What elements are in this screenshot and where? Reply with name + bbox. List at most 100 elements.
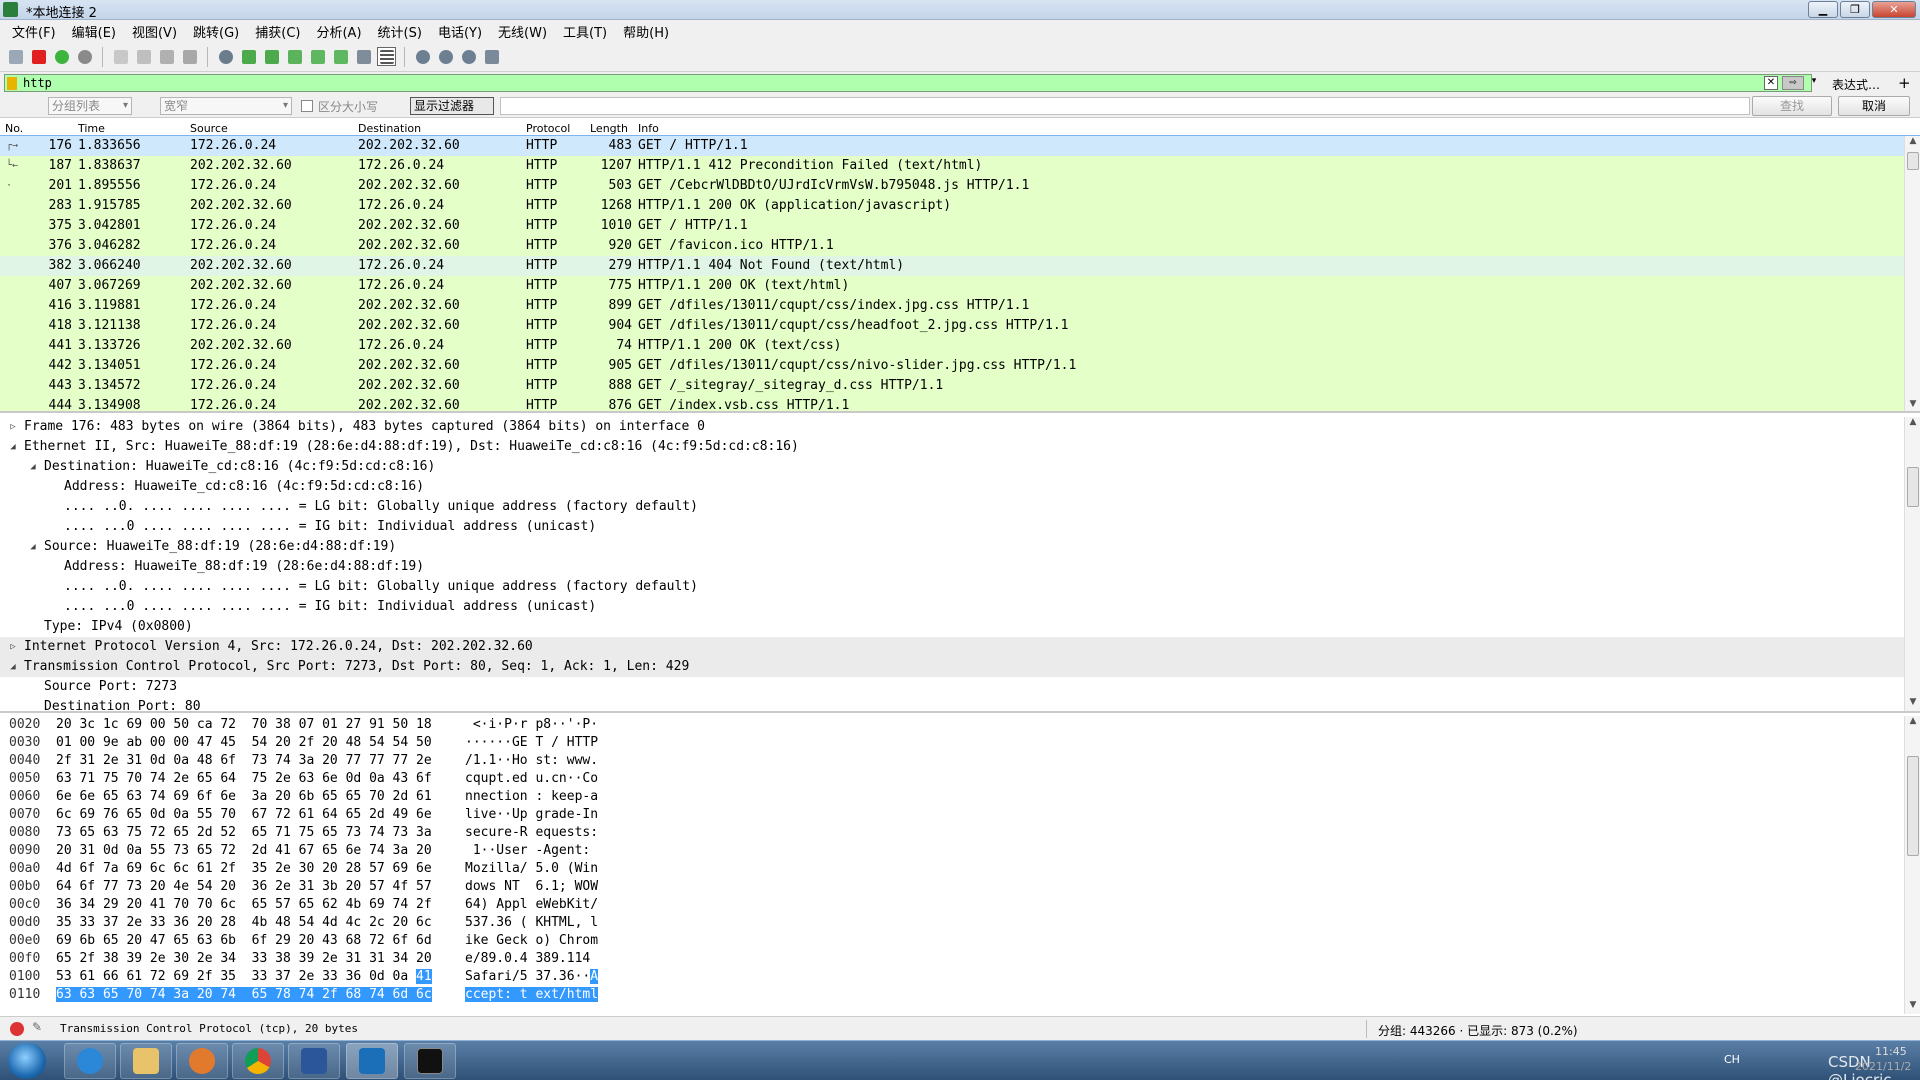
cancel-button[interactable]: 取消 xyxy=(1838,96,1910,116)
tree-node[interactable]: ▷ Frame 176: 483 bytes on wire (3864 bits… xyxy=(0,417,1920,437)
apply-filter-icon[interactable]: ⇨ xyxy=(1782,76,1804,90)
tree-node[interactable]: .... ..0. .... .... .... .... = LG bit: … xyxy=(0,497,1920,517)
menu-telephony[interactable]: 电话(Y) xyxy=(430,22,490,41)
menu-edit[interactable]: 编辑(E) xyxy=(64,22,124,41)
close-button[interactable]: ✕ xyxy=(1872,1,1916,18)
col-no[interactable]: No. xyxy=(5,122,23,135)
details-scrollbar[interactable]: ▲ ▼ xyxy=(1904,417,1920,711)
hex-row[interactable]: 00a0 4d 6f 7a 69 6c 6c 61 2f 35 2e 30 20 … xyxy=(0,860,1920,878)
hex-row[interactable]: 00d0 35 33 37 2e 33 36 20 28 4b 48 54 4d … xyxy=(0,914,1920,932)
clock-time[interactable]: 11:45 xyxy=(1875,1043,1907,1060)
tree-node[interactable]: Destination Port: 80 xyxy=(0,697,1920,711)
packet-row[interactable]: 376 3.046282 172.26.0.24 202.202.32.60 HTTP 9… xyxy=(0,236,1920,256)
hex-row[interactable]: 0030 01 00 9e ab 00 00 47 45 54 20 2f 20 … xyxy=(0,734,1920,752)
col-info[interactable]: Info xyxy=(638,122,659,135)
auto-scroll-icon[interactable] xyxy=(354,47,373,66)
tree-node[interactable]: Address: HuaweiTe_cd:c8:16 (4c:f9:5d:cd:… xyxy=(0,477,1920,497)
hex-row[interactable]: 0060 6e 6e 65 63 74 69 6f 6e 3a 20 6b 65 … xyxy=(0,788,1920,806)
packet-list-scrollbar[interactable]: ▲ ▼ xyxy=(1904,136,1920,411)
clear-filter-icon[interactable]: ✕ xyxy=(1764,76,1778,90)
hex-row[interactable]: 0050 63 71 75 70 74 2e 65 64 75 2e 63 6e … xyxy=(0,770,1920,788)
reload-file-icon[interactable] xyxy=(180,47,199,66)
search-in-combo[interactable]: 分组列表 xyxy=(48,97,132,115)
zoom-normal-icon[interactable] xyxy=(459,47,478,66)
hex-row[interactable]: 0070 6c 69 76 65 0d 0a 55 70 67 72 61 64 … xyxy=(0,806,1920,824)
packet-row[interactable]: 407 3.067269 202.202.32.60 172.26.0.24 HTTP 7… xyxy=(0,276,1920,296)
add-filter-button[interactable]: + xyxy=(1898,74,1911,92)
find-button[interactable]: 查找 xyxy=(1752,96,1832,116)
filter-history-dropdown-icon[interactable]: ▾ xyxy=(1808,76,1820,90)
menu-help[interactable]: 帮助(H) xyxy=(615,22,677,41)
tree-node[interactable]: .... ...0 .... .... .... .... = IG bit: … xyxy=(0,517,1920,537)
taskbar-cmd[interactable] xyxy=(404,1043,456,1079)
expand-arrow-icon[interactable]: ▷ xyxy=(8,417,18,437)
taskbar-explorer[interactable] xyxy=(120,1043,172,1079)
collapse-arrow-icon[interactable]: ◢ xyxy=(8,657,18,677)
colorize-icon[interactable] xyxy=(377,47,396,66)
display-filter-input[interactable]: http xyxy=(4,74,1812,92)
packet-row[interactable]: 418 3.121138 172.26.0.24 202.202.32.60 HTTP 9… xyxy=(0,316,1920,336)
go-last-packet-icon[interactable] xyxy=(331,47,350,66)
hex-row[interactable]: 0040 2f 31 2e 31 0d 0a 48 6f 73 74 3a 20 … xyxy=(0,752,1920,770)
col-destination[interactable]: Destination xyxy=(358,122,421,135)
hex-row[interactable]: 0020 20 3c 1c 69 00 50 ca 72 70 38 07 01 … xyxy=(0,716,1920,734)
col-time[interactable]: Time xyxy=(78,122,105,135)
hex-row[interactable]: 00c0 36 34 29 20 41 70 70 6c 65 57 65 62 … xyxy=(0,896,1920,914)
save-file-icon[interactable] xyxy=(134,47,153,66)
hex-row[interactable]: 0100 53 61 66 61 72 69 2f 35 33 37 2e 33 … xyxy=(0,968,1920,986)
col-source[interactable]: Source xyxy=(190,122,228,135)
go-first-packet-icon[interactable] xyxy=(308,47,327,66)
col-protocol[interactable]: Protocol xyxy=(526,122,570,135)
collapse-arrow-icon[interactable]: ◢ xyxy=(28,537,38,557)
tree-node[interactable]: .... ...0 .... .... .... .... = IG bit: … xyxy=(0,597,1920,617)
collapse-arrow-icon[interactable]: ◢ xyxy=(28,457,38,477)
packet-row[interactable]: └← 187 1.838637 202.202.32.60 172.26.0.24 HTT… xyxy=(0,156,1920,176)
menu-analyze[interactable]: 分析(A) xyxy=(308,22,369,41)
find-packet-icon[interactable] xyxy=(216,47,235,66)
menu-view[interactable]: 视图(V) xyxy=(124,22,185,41)
hex-row[interactable]: 00e0 69 6b 65 20 47 65 63 6b 6f 29 20 43 … xyxy=(0,932,1920,950)
packet-row[interactable]: 443 3.134572 172.26.0.24 202.202.32.60 HTTP 8… xyxy=(0,376,1920,396)
packet-row[interactable]: 441 3.133726 202.202.32.60 172.26.0.24 HTTP 7… xyxy=(0,336,1920,356)
edit-comment-icon[interactable]: ✎ xyxy=(32,1020,42,1034)
tree-node[interactable]: ▷ Internet Protocol Version 4, Src: 172.2… xyxy=(0,637,1920,657)
menu-tools[interactable]: 工具(T) xyxy=(555,22,615,41)
hex-row[interactable]: 0110 63 63 65 70 74 3a 20 74 65 78 74 2f … xyxy=(0,986,1920,1004)
menu-statistics[interactable]: 统计(S) xyxy=(370,22,430,41)
tree-node[interactable]: Address: HuaweiTe_88:df:19 (28:6e:d4:88:… xyxy=(0,557,1920,577)
close-file-icon[interactable] xyxy=(157,47,176,66)
packet-row[interactable]: 442 3.134051 172.26.0.24 202.202.32.60 HTTP 9… xyxy=(0,356,1920,376)
bytes-scrollbar[interactable]: ▲ ▼ xyxy=(1904,716,1920,1014)
expert-info-icon[interactable] xyxy=(10,1022,24,1036)
menu-capture[interactable]: 捕获(C) xyxy=(247,22,308,41)
hex-row[interactable]: 0090 20 31 0d 0a 55 73 65 72 2d 41 67 65 … xyxy=(0,842,1920,860)
tree-node[interactable]: Source Port: 7273 xyxy=(0,677,1920,697)
char-width-combo[interactable]: 宽窄 xyxy=(160,97,292,115)
tree-node[interactable]: ◢ Transmission Control Protocol, Src Port… xyxy=(0,657,1920,677)
zoom-in-icon[interactable] xyxy=(413,47,432,66)
search-type-combo[interactable]: 显示过滤器 xyxy=(410,97,494,115)
filter-bookmark-icon[interactable] xyxy=(7,77,17,90)
expression-button[interactable]: 表达式… xyxy=(1832,76,1880,93)
open-file-icon[interactable] xyxy=(111,47,130,66)
case-sensitive-checkbox[interactable] xyxy=(301,100,313,112)
clock-date[interactable]: 2021/11/2 xyxy=(1855,1060,1911,1073)
packet-row[interactable]: 416 3.119881 172.26.0.24 202.202.32.60 HTTP 8… xyxy=(0,296,1920,316)
menu-file[interactable]: 文件(F) xyxy=(4,22,64,41)
tree-node[interactable]: ◢ Destination: HuaweiTe_cd:c8:16 (4c:f9:5… xyxy=(0,457,1920,477)
packet-row[interactable]: 382 3.066240 202.202.32.60 172.26.0.24 HTTP 2… xyxy=(0,256,1920,276)
find-input[interactable] xyxy=(500,97,1750,115)
tree-node[interactable]: .... ..0. .... .... .... .... = LG bit: … xyxy=(0,577,1920,597)
packet-row[interactable]: 444 3.134908 172.26.0.24 202.202.32.60 HTTP 8… xyxy=(0,396,1920,411)
packet-row[interactable]: ┌→ 176 1.833656 172.26.0.24 202.202.32.60 HTT… xyxy=(0,135,1920,157)
resize-columns-icon[interactable] xyxy=(482,47,501,66)
col-length[interactable]: Length xyxy=(590,122,628,135)
hex-row[interactable]: 0080 73 65 63 75 72 65 2d 52 65 71 75 65 … xyxy=(0,824,1920,842)
menu-wireless[interactable]: 无线(W) xyxy=(490,22,555,41)
maximize-button[interactable]: ❐ xyxy=(1840,1,1870,18)
taskbar-media-player[interactable] xyxy=(176,1043,228,1079)
restart-capture-icon[interactable] xyxy=(52,47,71,66)
tree-node[interactable]: ◢ Ethernet II, Src: HuaweiTe_88:df:19 (28… xyxy=(0,437,1920,457)
start-button[interactable] xyxy=(8,1043,46,1079)
go-back-icon[interactable] xyxy=(239,47,258,66)
